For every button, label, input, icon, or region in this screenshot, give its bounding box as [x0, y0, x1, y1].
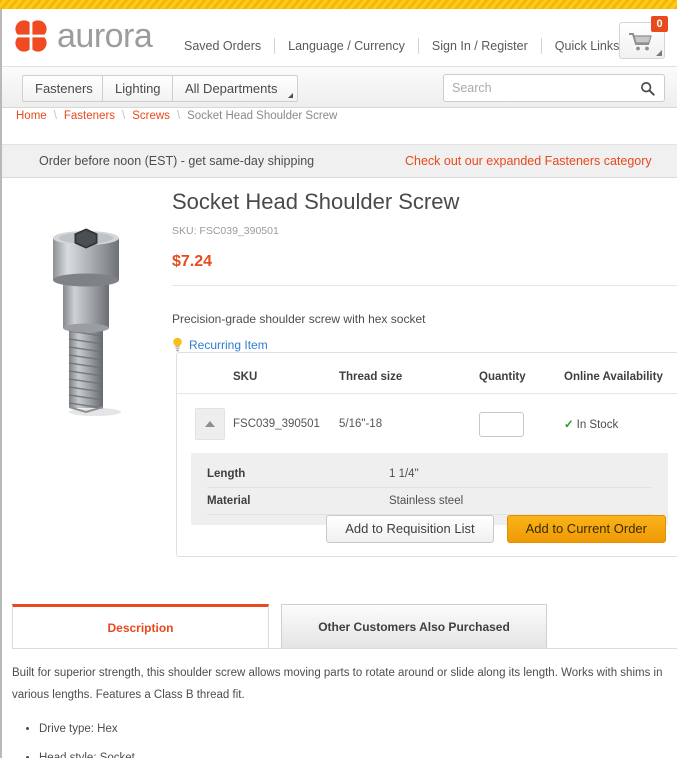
department-bar: Fasteners Lighting All Departments — [2, 66, 677, 108]
add-to-requisition-list-button[interactable]: Add to Requisition List — [326, 515, 494, 543]
breadcrumb-item-home[interactable]: Home — [16, 110, 47, 122]
product-price: $7.24 — [172, 253, 213, 270]
row-availability-cell: ✓ In Stock — [564, 394, 677, 455]
row-sku: FSC039_390501 — [233, 418, 320, 430]
brand-logo[interactable]: aurora — [14, 17, 153, 55]
nav-separator — [417, 38, 419, 54]
dept-tab-lighting-label: Lighting — [115, 81, 161, 96]
chevron-down-icon — [288, 93, 294, 98]
table-header-row: SKU Thread size Quantity Online Availabi… — [177, 353, 677, 394]
promo-category-link[interactable]: Check out our expanded Fasteners categor… — [405, 154, 652, 168]
breadcrumb-separator: \ — [53, 110, 57, 122]
nav-sign-in-register[interactable]: Sign In / Register — [432, 39, 528, 53]
add-to-current-order-button[interactable]: Add to Current Order — [506, 515, 666, 543]
nav-separator — [274, 38, 276, 54]
nav-saved-orders[interactable]: Saved Orders — [184, 39, 261, 53]
product-options-panel: SKU Thread size Quantity Online Availabi… — [176, 352, 677, 557]
breadcrumb-item-screws[interactable]: Screws — [132, 110, 170, 122]
col-sku-header: SKU — [233, 353, 339, 394]
spec-label: Length — [207, 468, 246, 480]
spec-label: Material — [207, 495, 251, 507]
breadcrumb-item-fasteners[interactable]: Fasteners — [64, 110, 115, 122]
clover-logo-icon — [14, 19, 48, 53]
row-quantity-cell — [479, 394, 564, 455]
quantity-input[interactable] — [479, 411, 524, 437]
breadcrumb-item-current: Socket Head Shoulder Screw — [187, 110, 338, 122]
product-options-table: SKU Thread size Quantity Online Availabi… — [177, 353, 677, 454]
list-item: Drive type: Hex — [39, 718, 667, 740]
table-row: FSC039_390501 5/16"-18 ✓ In Stock — [177, 394, 677, 455]
brand-name: aurora — [57, 17, 153, 55]
description-panel: Built for superior strength, this should… — [12, 662, 667, 758]
chevron-up-icon — [205, 421, 215, 427]
panel-actions: Add to Requisition List Add to Current O… — [326, 515, 666, 543]
search-box[interactable] — [443, 74, 665, 102]
dept-tab-all-departments[interactable]: All Departments — [172, 75, 299, 102]
spec-value: 1 1/4" — [389, 468, 419, 480]
dept-tab-lighting[interactable]: Lighting — [102, 75, 182, 102]
row-collapse-toggle[interactable] — [195, 408, 225, 440]
nav-language-currency[interactable]: Language / Currency — [288, 39, 405, 53]
breadcrumb-separator: \ — [176, 110, 181, 122]
lightbulb-icon — [173, 337, 182, 352]
status-badge: ✓ In Stock — [564, 419, 618, 431]
cart-button[interactable]: 0 — [619, 16, 668, 59]
tab-description[interactable]: Description — [12, 604, 269, 649]
product-detail-page: aurora Saved Orders Language / Currency … — [0, 0, 677, 758]
spec-row-length: Length 1 1/4" — [207, 461, 652, 488]
dept-tab-all-departments-label: All Departments — [185, 81, 278, 96]
dept-tab-fasteners[interactable]: Fasteners — [22, 75, 114, 102]
promo-message: Order before noon (EST) - get same-day s… — [39, 154, 315, 168]
socket-head-shoulder-screw-image[interactable] — [33, 218, 153, 418]
spec-value: Stainless steel — [389, 495, 464, 507]
spec-row-material: Material Stainless steel — [207, 488, 652, 515]
search-icon[interactable] — [640, 81, 655, 96]
tab-other-customers-also-purchased[interactable]: Other Customers Also Purchased — [281, 604, 547, 649]
recurring-item-link[interactable]: Recurring Item — [189, 338, 268, 352]
recurring-item-row[interactable]: Recurring Item — [172, 337, 677, 352]
search-input[interactable] — [444, 75, 630, 101]
check-icon: ✓ — [564, 419, 574, 431]
breadcrumb-separator: \ — [122, 110, 126, 122]
col-thread-size-header: Thread size — [339, 353, 479, 394]
description-paragraph: Built for superior strength, this should… — [12, 667, 663, 701]
nav-separator — [540, 38, 542, 54]
tabs-baseline — [12, 648, 677, 649]
promo-banner: Order before noon (EST) - get same-day s… — [2, 144, 677, 178]
product-short-description: Precision-grade shoulder screw with hex … — [172, 312, 426, 326]
detail-tabs: Description Other Customers Also Purchas… — [12, 604, 677, 649]
product-info: Socket Head Shoulder Screw SKU: FSC039_3… — [172, 188, 677, 352]
col-toggle-header — [177, 353, 233, 394]
col-quantity-header: Quantity — [479, 353, 564, 394]
row-toggle-cell — [177, 394, 233, 455]
availability-label: In Stock — [576, 419, 619, 431]
cart-dropdown-corner-icon — [656, 50, 662, 56]
shopping-cart-icon — [629, 33, 652, 51]
row-thread-size: 5/16"-18 — [339, 418, 383, 430]
dept-tab-fasteners-label: Fasteners — [35, 81, 93, 96]
header-nav: Saved Orders Language / Currency Sign In… — [184, 38, 630, 54]
top-accent-stripe — [0, 0, 677, 9]
description-bullet-list: Drive type: Hex Head style: Socket Tensi… — [12, 718, 667, 758]
page-title: Socket Head Shoulder Screw — [172, 189, 460, 214]
cart-count-badge: 0 — [651, 16, 668, 32]
col-availability-header: Online Availability — [564, 353, 677, 394]
site-header: aurora Saved Orders Language / Currency … — [2, 9, 677, 66]
list-item: Head style: Socket — [39, 747, 667, 758]
divider — [172, 285, 677, 286]
left-edge-rail — [0, 9, 2, 758]
nav-quick-links-label: Quick Links — [554, 39, 620, 53]
product-sku: SKU: FSC039_390501 — [172, 225, 279, 237]
breadcrumb: Home \ Fasteners \ Screws \ Socket Head … — [16, 110, 337, 122]
